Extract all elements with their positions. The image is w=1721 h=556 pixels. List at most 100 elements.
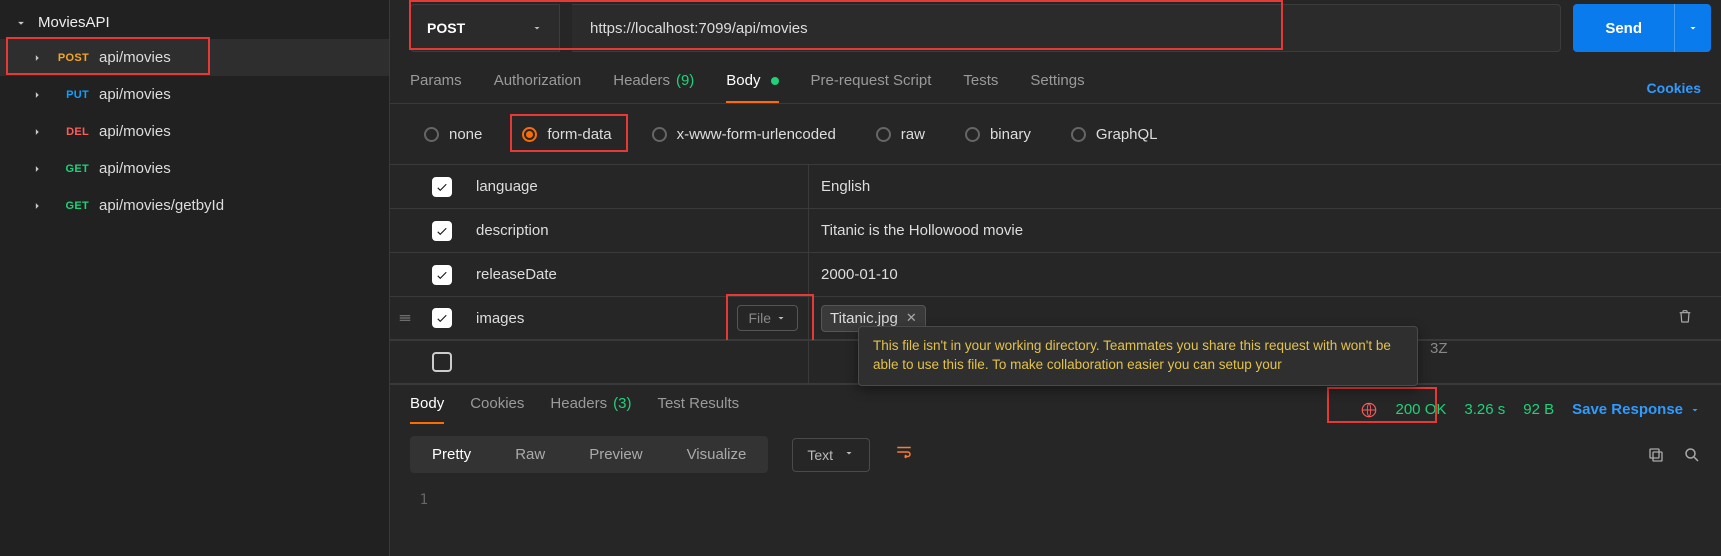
collection-name: MoviesAPI xyxy=(38,14,110,31)
request-path: api/movies xyxy=(99,160,171,177)
row-checkbox-empty[interactable] xyxy=(432,352,452,372)
chevron-down-icon xyxy=(1687,22,1699,34)
radio-graphql[interactable]: GraphQL xyxy=(1065,120,1164,148)
radio-icon xyxy=(424,127,439,142)
value-cell[interactable]: English xyxy=(809,178,1721,195)
row-checkbox[interactable] xyxy=(432,308,452,328)
collection-header[interactable]: MoviesAPI xyxy=(0,6,389,39)
chevron-down-icon xyxy=(1689,404,1701,416)
send-button[interactable]: Send xyxy=(1573,4,1711,52)
method-badge: GET xyxy=(54,200,89,212)
radio-xwww[interactable]: x-www-form-urlencoded xyxy=(646,120,842,148)
line-number: 1 xyxy=(410,492,440,508)
chevron-down-icon xyxy=(775,312,787,324)
body-type-row: none form-data x-www-form-urlencoded raw… xyxy=(390,104,1721,164)
key-cell-empty[interactable] xyxy=(464,341,809,383)
radio-icon xyxy=(652,127,667,142)
wrap-lines-icon[interactable] xyxy=(894,443,914,466)
tab-authorization[interactable]: Authorization xyxy=(494,72,582,103)
key-cell[interactable]: description xyxy=(464,209,809,252)
method-dropdown[interactable]: POST xyxy=(410,4,560,52)
key-text: images xyxy=(476,310,524,327)
radio-none[interactable]: none xyxy=(418,120,488,148)
chevron-down-icon xyxy=(14,16,28,30)
key-cell[interactable]: releaseDate xyxy=(464,253,809,296)
radio-icon xyxy=(965,127,980,142)
resp-tab-headers[interactable]: Headers(3) xyxy=(550,395,631,424)
value-cell[interactable]: 2000-01-10 xyxy=(809,266,1721,283)
send-dropdown[interactable] xyxy=(1674,4,1711,52)
url-text: https://localhost:7099/api/movies xyxy=(590,20,808,37)
view-pretty[interactable]: Pretty xyxy=(410,436,493,473)
request-path: api/movies xyxy=(99,86,171,103)
key-cell[interactable]: language xyxy=(464,165,809,208)
radio-icon xyxy=(1071,127,1086,142)
sidebar-request-item[interactable]: GETapi/movies/getbyId xyxy=(0,187,389,224)
search-icon[interactable] xyxy=(1683,446,1701,464)
save-response-button[interactable]: Save Response xyxy=(1572,401,1701,418)
tab-settings[interactable]: Settings xyxy=(1030,72,1084,103)
form-data-row: language English xyxy=(390,164,1721,208)
main-panel: POST https://localhost:7099/api/movies S… xyxy=(390,0,1721,556)
file-name: Titanic.jpg xyxy=(830,310,898,327)
sidebar-request-item[interactable]: DELapi/movies xyxy=(0,113,389,150)
view-preview[interactable]: Preview xyxy=(567,436,664,473)
form-data-row: description Titanic is the Hollowood movi… xyxy=(390,208,1721,252)
key-cell[interactable]: images File xyxy=(464,297,809,339)
view-raw[interactable]: Raw xyxy=(493,436,567,473)
remove-file-icon[interactable]: ✕ xyxy=(906,310,917,326)
delete-row-icon[interactable] xyxy=(1677,308,1709,328)
response-body[interactable]: 1 xyxy=(390,485,1721,514)
chevron-right-icon xyxy=(30,125,44,139)
resp-tab-testresults[interactable]: Test Results xyxy=(657,395,739,424)
resp-tab-cookies[interactable]: Cookies xyxy=(470,395,524,424)
value-text: English xyxy=(821,178,870,195)
value-text: Titanic is the Hollowood movie xyxy=(821,222,1023,239)
view-visualize[interactable]: Visualize xyxy=(665,436,769,473)
radio-icon xyxy=(522,127,537,142)
tab-tests[interactable]: Tests xyxy=(963,72,998,103)
file-type-dropdown[interactable]: File xyxy=(737,305,798,331)
method-badge: PUT xyxy=(54,89,89,101)
radio-binary[interactable]: binary xyxy=(959,120,1037,148)
chevron-right-icon xyxy=(30,88,44,102)
format-dropdown[interactable]: Text xyxy=(792,438,870,472)
sidebar: MoviesAPI POSTapi/movies PUT api/movies DEL… xyxy=(0,0,390,556)
key-text: releaseDate xyxy=(476,266,557,283)
form-data-row: releaseDate 2000-01-10 xyxy=(390,252,1721,296)
hidden-row-fragment: 3Z xyxy=(1430,340,1448,357)
tab-headers[interactable]: Headers(9) xyxy=(613,72,694,103)
form-data-table: language English description Titanic is the… xyxy=(390,164,1721,340)
chevron-right-icon xyxy=(30,162,44,176)
row-checkbox[interactable] xyxy=(432,221,452,241)
key-text: description xyxy=(476,222,549,239)
row-checkbox[interactable] xyxy=(432,177,452,197)
sidebar-request-item[interactable]: POSTapi/movies xyxy=(0,39,389,76)
resp-tab-body[interactable]: Body xyxy=(410,395,444,424)
value-cell[interactable]: Titanic is the Hollowood movie xyxy=(809,222,1721,239)
view-mode-group: Pretty Raw Preview Visualize xyxy=(410,436,768,473)
request-path: api/movies xyxy=(99,49,171,66)
url-input[interactable]: https://localhost:7099/api/movies xyxy=(572,4,1561,52)
tab-params[interactable]: Params xyxy=(410,72,462,103)
chevron-down-icon xyxy=(531,22,543,34)
value-text: 2000-01-10 xyxy=(821,266,898,283)
drag-handle-icon[interactable] xyxy=(398,311,412,325)
sidebar-request-item[interactable]: GET api/movies xyxy=(0,150,389,187)
key-text: language xyxy=(476,178,538,195)
cookies-link[interactable]: Cookies xyxy=(1647,80,1701,96)
status-code: 200 OK xyxy=(1396,401,1447,418)
copy-icon[interactable] xyxy=(1647,446,1665,464)
tab-body[interactable]: Body xyxy=(726,72,778,103)
response-toolbar: Pretty Raw Preview Visualize Text xyxy=(390,424,1721,485)
method-badge: GET xyxy=(54,163,89,175)
response-tabs: Body Cookies Headers(3) Test Results 200… xyxy=(390,384,1721,424)
dot-icon xyxy=(771,77,779,85)
sidebar-request-item[interactable]: PUT api/movies xyxy=(0,76,389,113)
tab-prerequest[interactable]: Pre-request Script xyxy=(811,72,932,103)
method-label: POST xyxy=(427,20,465,36)
radio-form-data[interactable]: form-data xyxy=(516,120,617,148)
row-checkbox[interactable] xyxy=(432,265,452,285)
method-badge: DEL xyxy=(54,126,89,138)
radio-raw[interactable]: raw xyxy=(870,120,931,148)
